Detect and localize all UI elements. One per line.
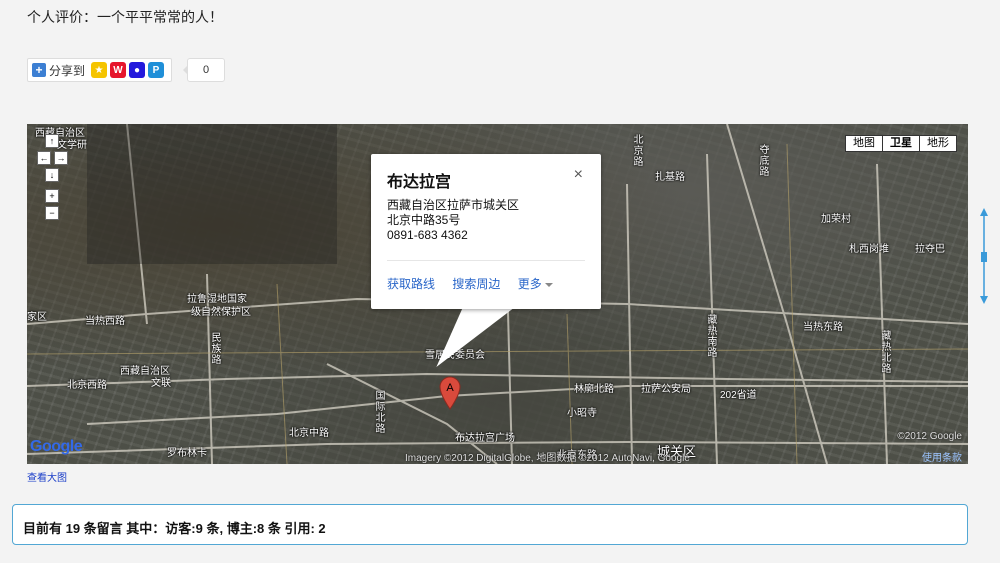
baidu-icon[interactable]: ●	[129, 62, 146, 78]
pan-right-button[interactable]: →	[54, 151, 68, 165]
map-label: 夺底路	[757, 144, 768, 177]
info-window: 布达拉宫 × 西藏自治区拉萨市城关区 北京中路35号 0891-683 4362…	[371, 154, 601, 309]
renren-icon[interactable]: P	[148, 62, 165, 78]
message-summary: 目前有 19 条留言 其中：访客:9 条, 博主:8 条 引用: 2	[23, 521, 326, 536]
map-label: 北京西路	[67, 380, 107, 391]
map-label: 林廓北路	[574, 384, 614, 395]
map-label: 文联	[151, 378, 171, 389]
info-window-title: 布达拉宫	[387, 174, 452, 191]
google-logo[interactable]: Google	[30, 438, 83, 456]
map-type-switcher: 地图 卫星 地形	[845, 135, 957, 152]
divider	[387, 260, 585, 261]
map-label: 扎基路	[655, 172, 685, 183]
address-line: 西藏自治区拉萨市城关区	[387, 198, 520, 212]
info-window-address: 西藏自治区拉萨市城关区 北京中路35号 0891-683 4362	[387, 198, 519, 243]
map-label: 当热东路	[803, 322, 843, 333]
pan-up-button[interactable]: ↑	[45, 134, 59, 148]
map-label: 藏热南路	[705, 314, 716, 358]
view-large-map-link[interactable]: 查看大图	[27, 469, 67, 484]
more-dropdown[interactable]: 更多	[518, 277, 553, 291]
message-summary-box: 目前有 19 条留言 其中：访客:9 条, 博主:8 条 引用: 2	[12, 504, 968, 545]
map-label: 罗布林卡	[167, 448, 207, 459]
share-button[interactable]: + 分享到	[32, 62, 85, 79]
info-window-links: 获取路线 搜索周边 更多	[387, 275, 567, 292]
search-nearby-link[interactable]: 搜索周边	[452, 277, 500, 291]
map-label: 北京路	[631, 134, 642, 167]
map-type-satellite[interactable]: 卫星	[882, 135, 920, 152]
scroll-arrows-icon[interactable]	[978, 208, 990, 304]
personal-evaluation: 个人评价：一个平平常常的人！	[27, 9, 223, 25]
map-copyright-google: ©2012 Google	[897, 431, 962, 442]
map-label: 家区	[27, 312, 47, 323]
map-label: 民族路	[209, 332, 220, 365]
map-label: 文学研	[57, 140, 87, 151]
map-label: 当热西路	[85, 316, 125, 327]
zoom-out-button[interactable]: −	[45, 206, 59, 220]
map-type-terrain[interactable]: 地形	[919, 135, 957, 152]
map-label: 小昭寺	[567, 408, 597, 419]
map-label: 拉萨公安局	[641, 384, 691, 395]
share-bar: + 分享到 ★ W ● P	[27, 58, 173, 82]
google-logo-text: Google	[30, 438, 83, 455]
map-label: 国际北路	[373, 390, 384, 434]
pan-down-button[interactable]: ↓	[45, 168, 59, 182]
zoom-in-button[interactable]: +	[45, 189, 59, 203]
map-label: 级自然保护区	[191, 307, 251, 318]
map-label: 北京中路	[289, 428, 329, 439]
map-type-roadmap[interactable]: 地图	[845, 135, 883, 152]
map-label: 札西岗堆	[849, 244, 889, 255]
map-label: 布达拉宫广场	[455, 433, 515, 444]
terms-link[interactable]: 使用条款	[922, 449, 962, 464]
pan-left-button[interactable]: ←	[37, 151, 51, 165]
share-label: 分享到	[49, 63, 86, 78]
map-marker-icon[interactable]: A	[439, 376, 461, 410]
map-label: 202省道	[720, 390, 757, 401]
get-directions-link[interactable]: 获取路线	[387, 277, 435, 291]
qzone-icon[interactable]: ★	[91, 62, 108, 78]
close-icon[interactable]: ×	[574, 166, 583, 184]
map-label: 藏热北路	[879, 330, 890, 374]
plus-icon: +	[32, 63, 46, 77]
map-view[interactable]: 西藏自治区 文学研 拉鲁湿地国家 级自然保护区 当热西路 西藏自治区 文联 北京…	[27, 124, 968, 464]
marker-label: A	[446, 382, 454, 394]
weibo-icon[interactable]: W	[110, 62, 127, 78]
share-count: 0	[183, 58, 225, 82]
phone-number: 0891-683 4362	[387, 228, 468, 242]
map-copyright: Imagery ©2012 DigitalGlobe, 地图数据 ©2012 A…	[405, 453, 690, 464]
map-label: 加荣村	[821, 214, 851, 225]
map-label: 拉夺巴	[915, 244, 945, 255]
address-line: 北京中路35号	[387, 213, 461, 227]
